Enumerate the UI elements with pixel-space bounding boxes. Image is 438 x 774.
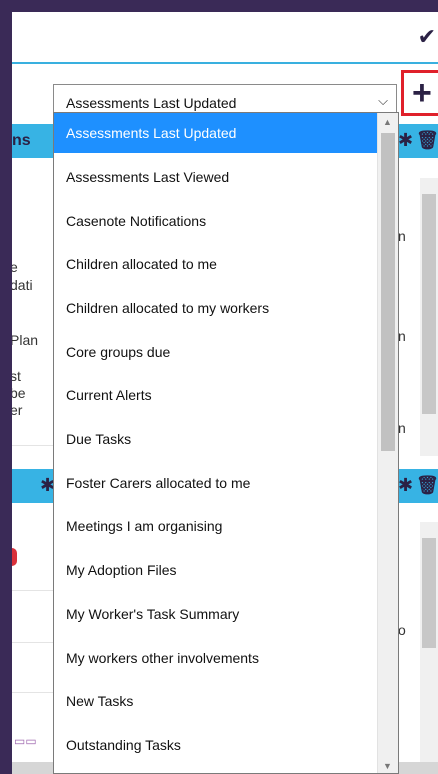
bg-text: er	[12, 402, 23, 418]
widget-select-value: Assessments Last Updated	[66, 95, 237, 111]
dropdown-option[interactable]: Outstanding Tasks	[54, 725, 378, 765]
widget-select-dropdown[interactable]: Assessments Last Updated Assessments Las…	[53, 112, 399, 774]
trash-icon[interactable]: 🗑	[416, 130, 438, 151]
bg-text: be	[12, 385, 26, 401]
bg-text: n	[398, 328, 406, 344]
bg-text: e	[12, 259, 18, 275]
widget-header-left: ns	[12, 124, 53, 158]
widget-title-fragment: ns	[12, 132, 31, 149]
widget-header-right: ✱ 🗑	[398, 124, 438, 158]
dropdown-option[interactable]: Foster Carers allocated to me	[54, 463, 378, 503]
bg-text: o	[398, 622, 406, 638]
divider	[12, 445, 53, 446]
dropdown-option[interactable]: Children allocated to me	[54, 244, 378, 284]
divider	[12, 692, 53, 693]
dropdown-option[interactable]: My Adoption Files	[54, 550, 378, 590]
bg-text: st	[12, 368, 21, 384]
dropdown-option[interactable]: Meetings I am organising	[54, 506, 378, 546]
dropdown-scrollbar-thumb[interactable]	[381, 133, 395, 451]
add-widget-button[interactable]: +	[401, 70, 438, 116]
dropdown-option[interactable]: Casenote Notifications	[54, 201, 378, 241]
bg-text: n	[398, 420, 406, 436]
gear-icon[interactable]: ✱	[398, 130, 413, 151]
widget-header-right-2: ✱ 🗑	[398, 469, 438, 503]
plus-icon: +	[412, 74, 432, 112]
cards-icon: ▭▭	[14, 734, 37, 748]
trash-icon[interactable]: 🗑	[416, 475, 438, 496]
dropdown-option[interactable]: Assessments Last Viewed	[54, 157, 378, 197]
dropdown-option[interactable]: Due Tasks	[54, 419, 378, 459]
widget-header-left-2: ✱	[12, 469, 55, 503]
bg-text: Plan	[12, 332, 39, 348]
scroll-down-icon[interactable]: ▼	[383, 761, 392, 771]
bg-text: dati	[12, 277, 33, 293]
dropdown-option[interactable]: My workers other involvements	[54, 638, 378, 678]
divider	[12, 590, 53, 591]
top-bar: ✔	[12, 12, 438, 64]
chevron-down-icon: ⌵	[378, 93, 388, 108]
dropdown-option[interactable]: Children allocated to my workers	[54, 288, 378, 328]
dropdown-option[interactable]: Core groups due	[54, 332, 378, 372]
scroll-up-icon[interactable]: ▲	[383, 117, 392, 127]
alert-marker	[12, 548, 17, 566]
gear-icon[interactable]: ✱	[398, 475, 413, 496]
dropdown-option[interactable]: New Tasks	[54, 681, 378, 721]
dropdown-scrollbar[interactable]: ▲ ▼	[377, 113, 398, 773]
widget-scrollbar-thumb[interactable]	[422, 194, 436, 414]
check-icon[interactable]: ✔	[418, 26, 436, 48]
dropdown-option[interactable]: My Worker's Task Summary	[54, 594, 378, 634]
dropdown-option[interactable]: Assessments Last Updated	[54, 113, 378, 153]
divider	[12, 642, 53, 643]
dropdown-option[interactable]: Current Alerts	[54, 375, 378, 415]
widget-scrollbar-thumb-2[interactable]	[422, 538, 436, 648]
bg-text: n	[398, 228, 406, 244]
